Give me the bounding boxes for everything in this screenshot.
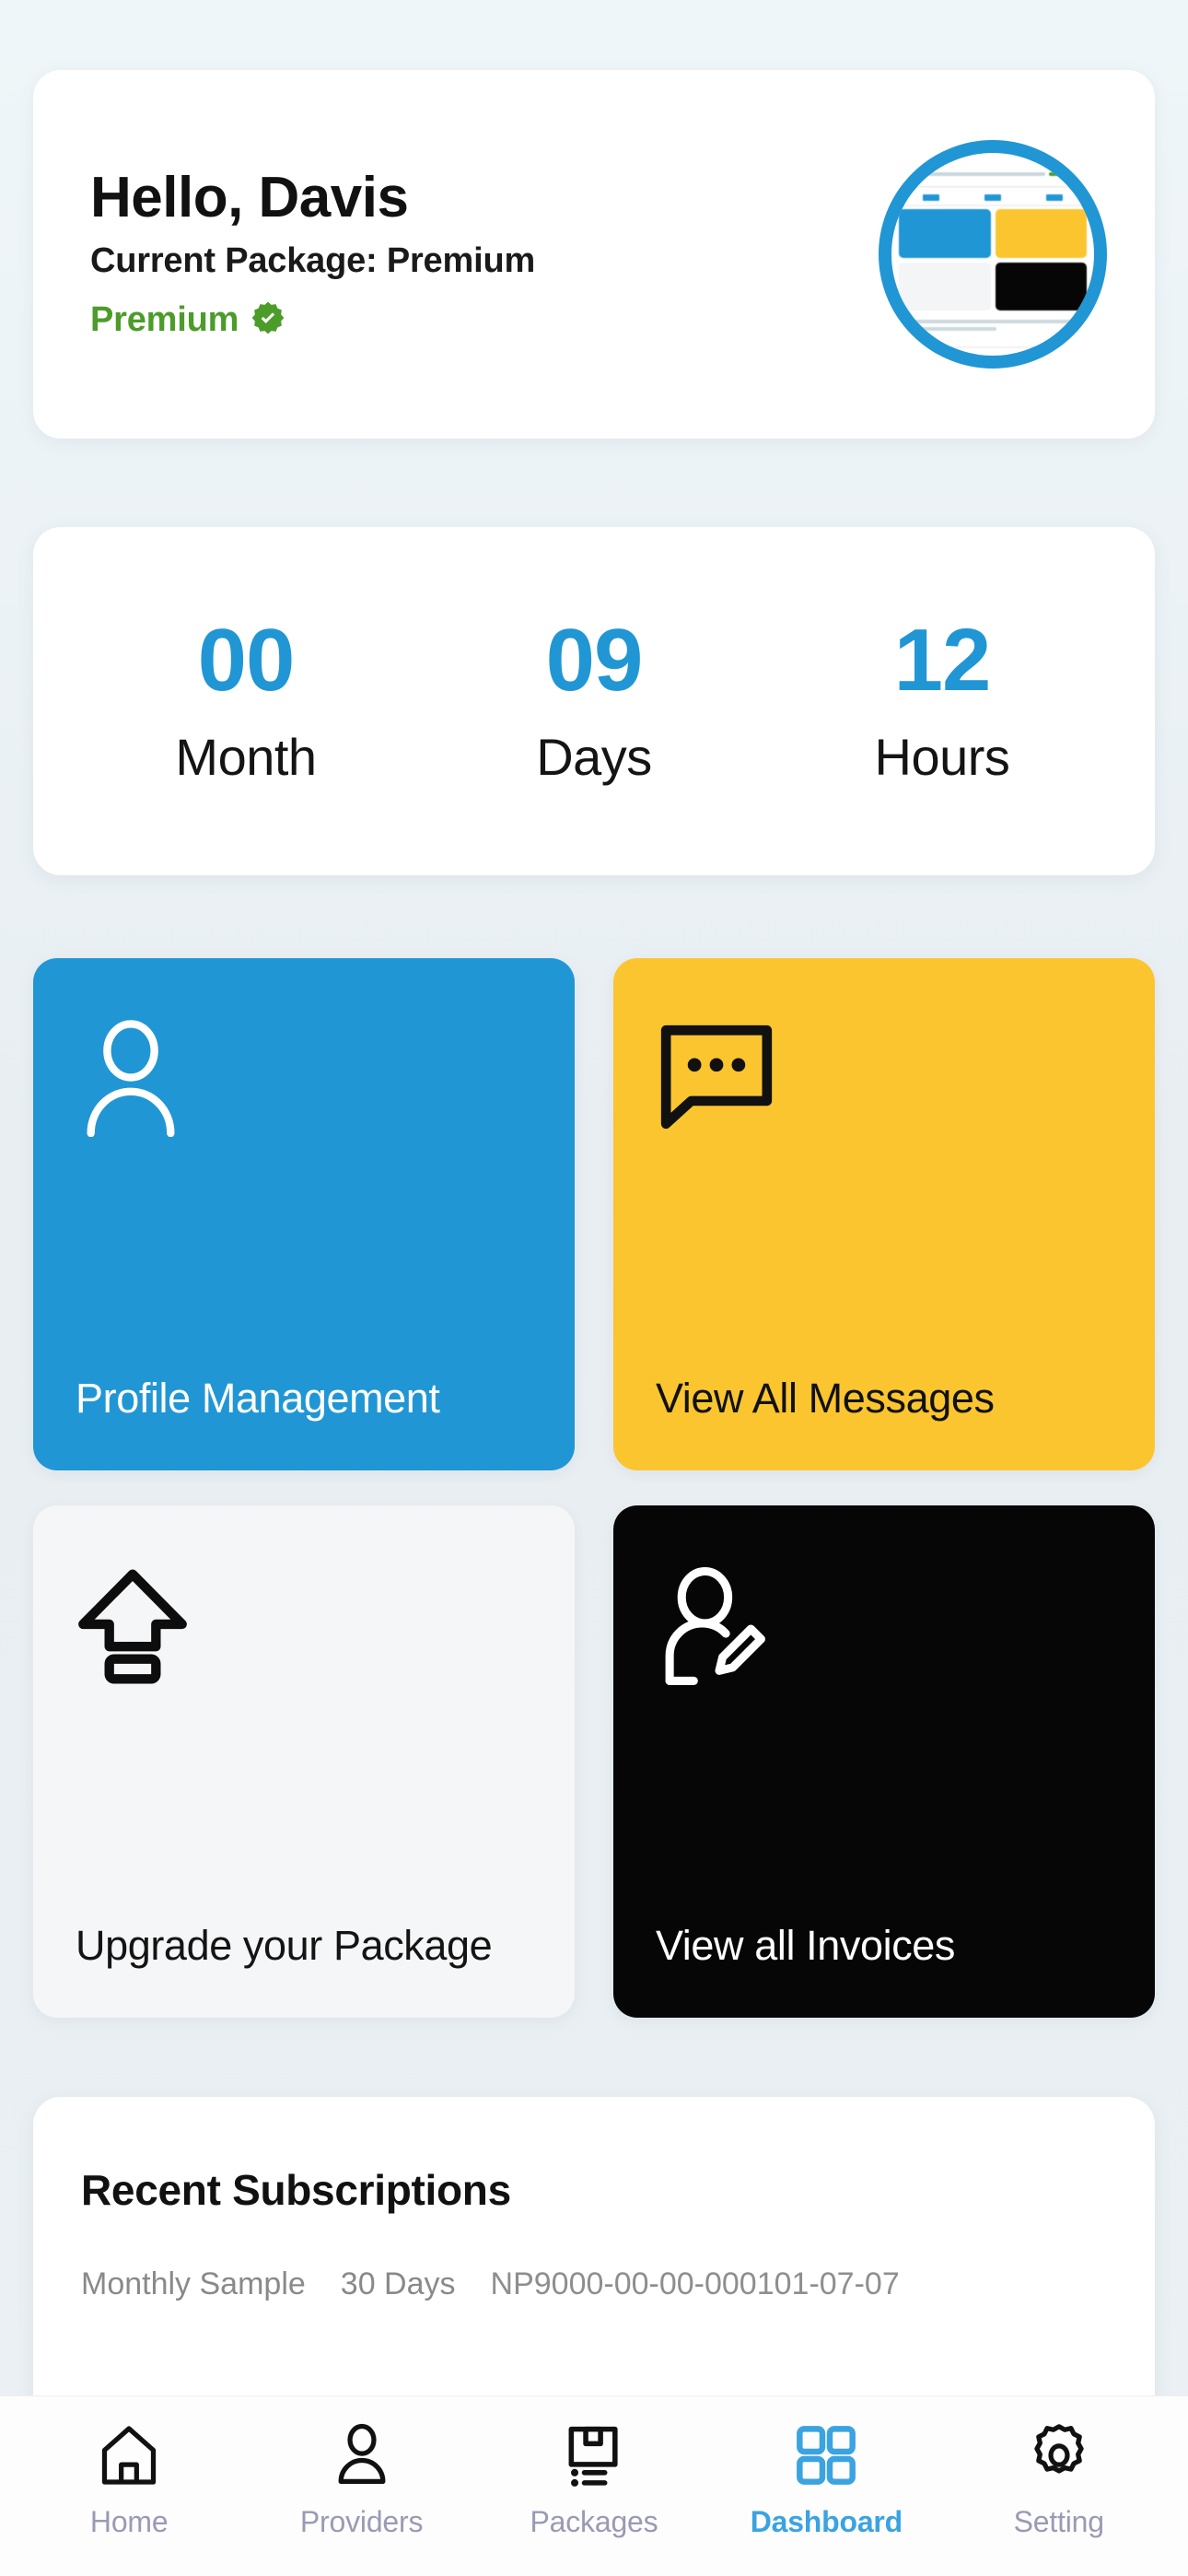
bottom-navigation-bar: Home Providers Packages Dashboard Settin… (0, 2395, 1188, 2576)
tile-label-upgrade-package: Upgrade your Package (76, 1921, 493, 1969)
cell-reference: NP9000-00-00-000101-07-07 (490, 2266, 900, 2301)
avatar-thumbnail-content (891, 153, 1094, 356)
status-badge: Premium (90, 299, 879, 341)
nav-label-packages: Packages (530, 2504, 658, 2538)
greeting-text-block: Hello, Davis Current Package: Premium Pr… (90, 168, 879, 340)
avatar-mini-countdown (899, 191, 1087, 205)
tile-view-all-invoices[interactable]: View all Invoices (613, 1505, 1155, 2018)
nav-label-providers: Providers (299, 2504, 424, 2538)
nav-item-packages[interactable]: Packages (478, 2421, 710, 2539)
person-edit-icon (656, 1566, 1114, 1692)
verified-check-icon (250, 299, 286, 341)
nav-label-home: Home (89, 2504, 169, 2538)
recent-subscriptions-title: Recent Subscriptions (81, 2166, 511, 2214)
nav-item-setting[interactable]: Setting (943, 2421, 1175, 2539)
tile-profile-management[interactable]: Profile Management (33, 958, 575, 1470)
package-list-icon (560, 2421, 628, 2494)
current-package-label: Current Package: Premium (90, 240, 536, 280)
home-icon (95, 2421, 163, 2494)
countdown-label-days: Days (536, 727, 652, 786)
tile-upgrade-package[interactable]: Upgrade your Package (33, 1505, 575, 2018)
page-title: Hello, Davis (90, 166, 409, 230)
nav-label-dashboard: Dashboard (750, 2504, 903, 2538)
person-icon (328, 2421, 396, 2494)
nav-item-dashboard[interactable]: Dashboard (710, 2421, 942, 2539)
countdown-value-days: 09 (545, 610, 644, 709)
action-tiles-grid: Profile Management View All Messages Upg… (33, 958, 1155, 2018)
countdown-unit-month: 00 Month (154, 610, 338, 787)
avatar[interactable] (879, 140, 1107, 369)
upload-arrow-icon (76, 1566, 534, 1691)
avatar-mini-footer (899, 315, 1087, 346)
countdown-value-month: 00 (197, 610, 296, 709)
avatar-mini-tiles (899, 209, 1087, 310)
tile-label-profile-management: Profile Management (76, 1374, 440, 1422)
chat-bubble-dots-icon (656, 1019, 1114, 1138)
nav-item-providers[interactable]: Providers (245, 2421, 477, 2539)
table-row[interactable]: Monthly Sample 30 Days NP9000-00-00-0001… (81, 2266, 1107, 2302)
greeting-card: Hello, Davis Current Package: Premium Pr… (33, 70, 1155, 439)
countdown-label-hours: Hours (874, 727, 1010, 786)
tile-view-all-messages[interactable]: View All Messages (613, 958, 1155, 1470)
countdown-card: 00 Month 09 Days 12 Hours (33, 527, 1155, 875)
cell-duration: 30 Days (340, 2266, 456, 2301)
cell-plan: Monthly Sample (81, 2266, 306, 2301)
person-outline-icon (76, 1019, 534, 1142)
countdown-label-month: Month (175, 727, 317, 786)
nav-item-home[interactable]: Home (13, 2421, 245, 2539)
dashboard-screen: Hello, Davis Current Package: Premium Pr… (0, 0, 1188, 2576)
countdown-unit-hours: 12 Hours (850, 610, 1034, 787)
tile-label-view-all-invoices: View all Invoices (656, 1921, 956, 1969)
tile-label-view-all-messages: View All Messages (656, 1374, 995, 1422)
countdown-unit-days: 09 Days (502, 610, 686, 787)
nav-label-setting: Setting (1013, 2504, 1104, 2538)
gear-icon (1025, 2421, 1093, 2494)
avatar-mini-header (899, 162, 1087, 186)
status-badge-label: Premium (90, 299, 239, 339)
countdown-value-hours: 12 (893, 610, 992, 709)
grid-four-squares-icon (792, 2421, 860, 2494)
